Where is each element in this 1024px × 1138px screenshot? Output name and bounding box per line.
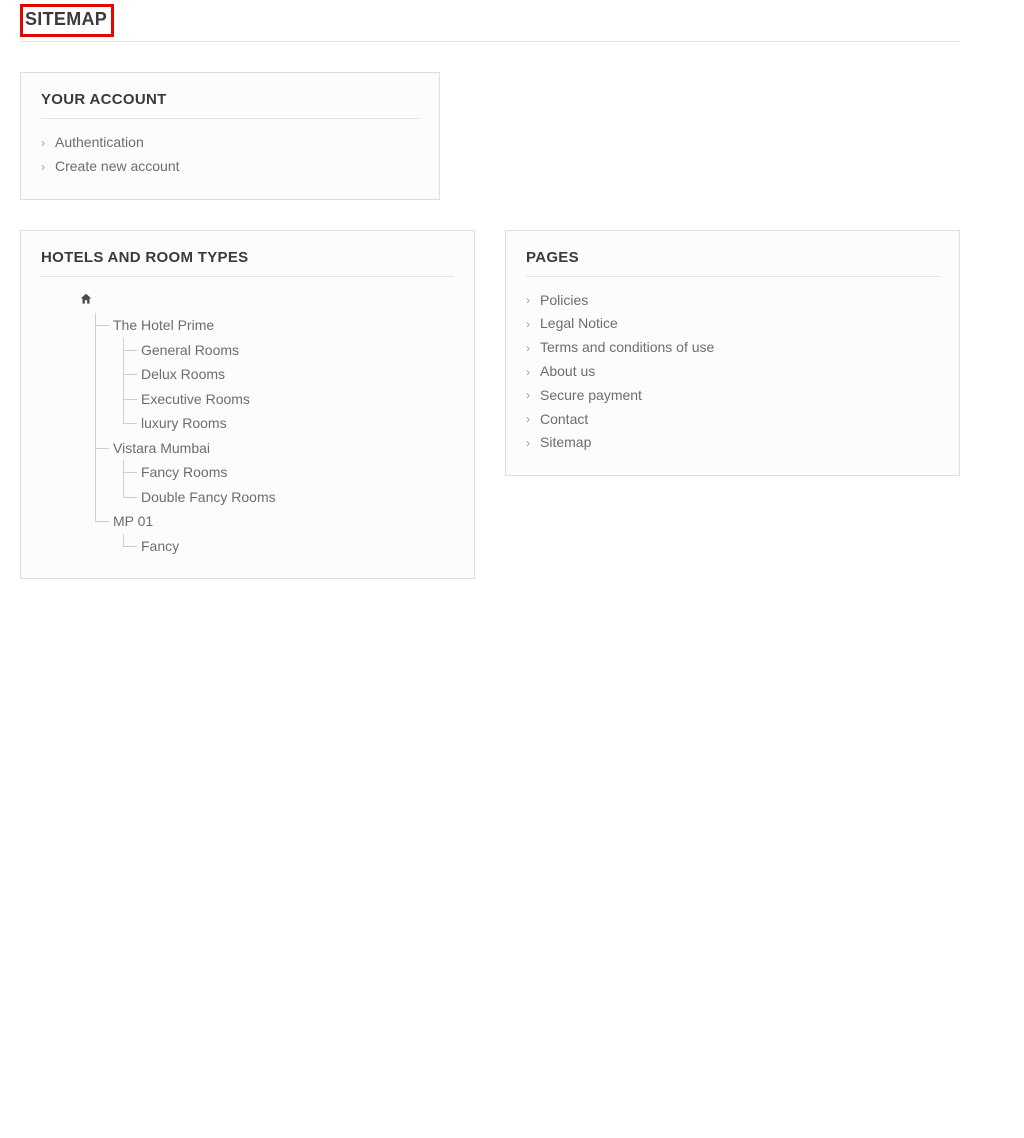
tree-room: luxury Rooms	[113, 411, 454, 436]
tree-hotel-label[interactable]: The Hotel Prime	[113, 317, 214, 333]
pages-label: Sitemap	[540, 431, 591, 455]
hotels-title: HOTELS AND ROOM TYPES	[41, 249, 454, 276]
pages-label: Contact	[540, 408, 588, 432]
chevron-right-icon: ›	[526, 385, 530, 405]
tree-root: The Hotel Prime General Rooms Delux Rooms E…	[51, 289, 454, 559]
tree-room: Double Fancy Rooms	[113, 485, 454, 510]
pages-item[interactable]: › Legal Notice	[526, 312, 939, 336]
pages-item[interactable]: › About us	[526, 360, 939, 384]
page-title: SITEMAP	[23, 7, 111, 34]
account-item[interactable]: › Authentication	[41, 131, 419, 155]
divider	[526, 276, 939, 277]
pages-label: Policies	[540, 289, 588, 313]
pages-card: PAGES › Policies › Legal Notice › Terms and c…	[505, 230, 960, 477]
tree-room: General Rooms	[113, 338, 454, 363]
tree-room: Delux Rooms	[113, 362, 454, 387]
tree-room-label[interactable]: Executive Rooms	[141, 391, 250, 407]
tree-room: Fancy	[113, 534, 454, 559]
account-card: YOUR ACCOUNT › Authentication › Create new …	[20, 72, 440, 200]
tree-room-label[interactable]: luxury Rooms	[141, 415, 227, 431]
chevron-right-icon: ›	[526, 362, 530, 382]
tree-room: Executive Rooms	[113, 387, 454, 412]
hotels-card: HOTELS AND ROOM TYPES The Hotel Prime Gen…	[20, 230, 475, 580]
account-title: YOUR ACCOUNT	[41, 91, 419, 118]
pages-label: About us	[540, 360, 595, 384]
tree-hotel-label[interactable]: Vistara Mumbai	[113, 440, 210, 456]
chevron-right-icon: ›	[41, 133, 45, 153]
pages-item[interactable]: › Contact	[526, 408, 939, 432]
pages-item[interactable]: › Sitemap	[526, 431, 939, 455]
chevron-right-icon: ›	[526, 314, 530, 334]
pages-label: Legal Notice	[540, 312, 618, 336]
tree-room-label[interactable]: Fancy	[141, 538, 179, 554]
account-label: Create new account	[55, 155, 180, 179]
chevron-right-icon: ›	[526, 433, 530, 453]
pages-item[interactable]: › Secure payment	[526, 384, 939, 408]
pages-label: Terms and conditions of use	[540, 336, 714, 360]
tree-room-label[interactable]: Double Fancy Rooms	[141, 489, 276, 505]
divider	[20, 41, 960, 42]
divider	[41, 118, 419, 119]
tree-room-label[interactable]: Delux Rooms	[141, 366, 225, 382]
divider	[41, 276, 454, 277]
pages-item[interactable]: › Terms and conditions of use	[526, 336, 939, 360]
chevron-right-icon: ›	[526, 338, 530, 358]
chevron-right-icon: ›	[41, 157, 45, 177]
tree-hotel: The Hotel Prime General Rooms Delux Rooms E…	[85, 313, 454, 436]
tree-room: Fancy Rooms	[113, 460, 454, 485]
tree-hotel: MP 01 Fancy	[85, 509, 454, 558]
chevron-right-icon: ›	[526, 409, 530, 429]
pages-title: PAGES	[526, 249, 939, 276]
pages-label: Secure payment	[540, 384, 642, 408]
tree-room-label[interactable]: Fancy Rooms	[141, 464, 227, 480]
chevron-right-icon: ›	[526, 290, 530, 310]
tree-room-label[interactable]: General Rooms	[141, 342, 239, 358]
tree-hotel: Vistara Mumbai Fancy Rooms Double Fancy Ro…	[85, 436, 454, 510]
pages-item[interactable]: › Policies	[526, 289, 939, 313]
account-label: Authentication	[55, 131, 144, 155]
home-icon[interactable]	[79, 292, 93, 306]
tree-hotel-label[interactable]: MP 01	[113, 513, 153, 529]
account-item[interactable]: › Create new account	[41, 155, 419, 179]
